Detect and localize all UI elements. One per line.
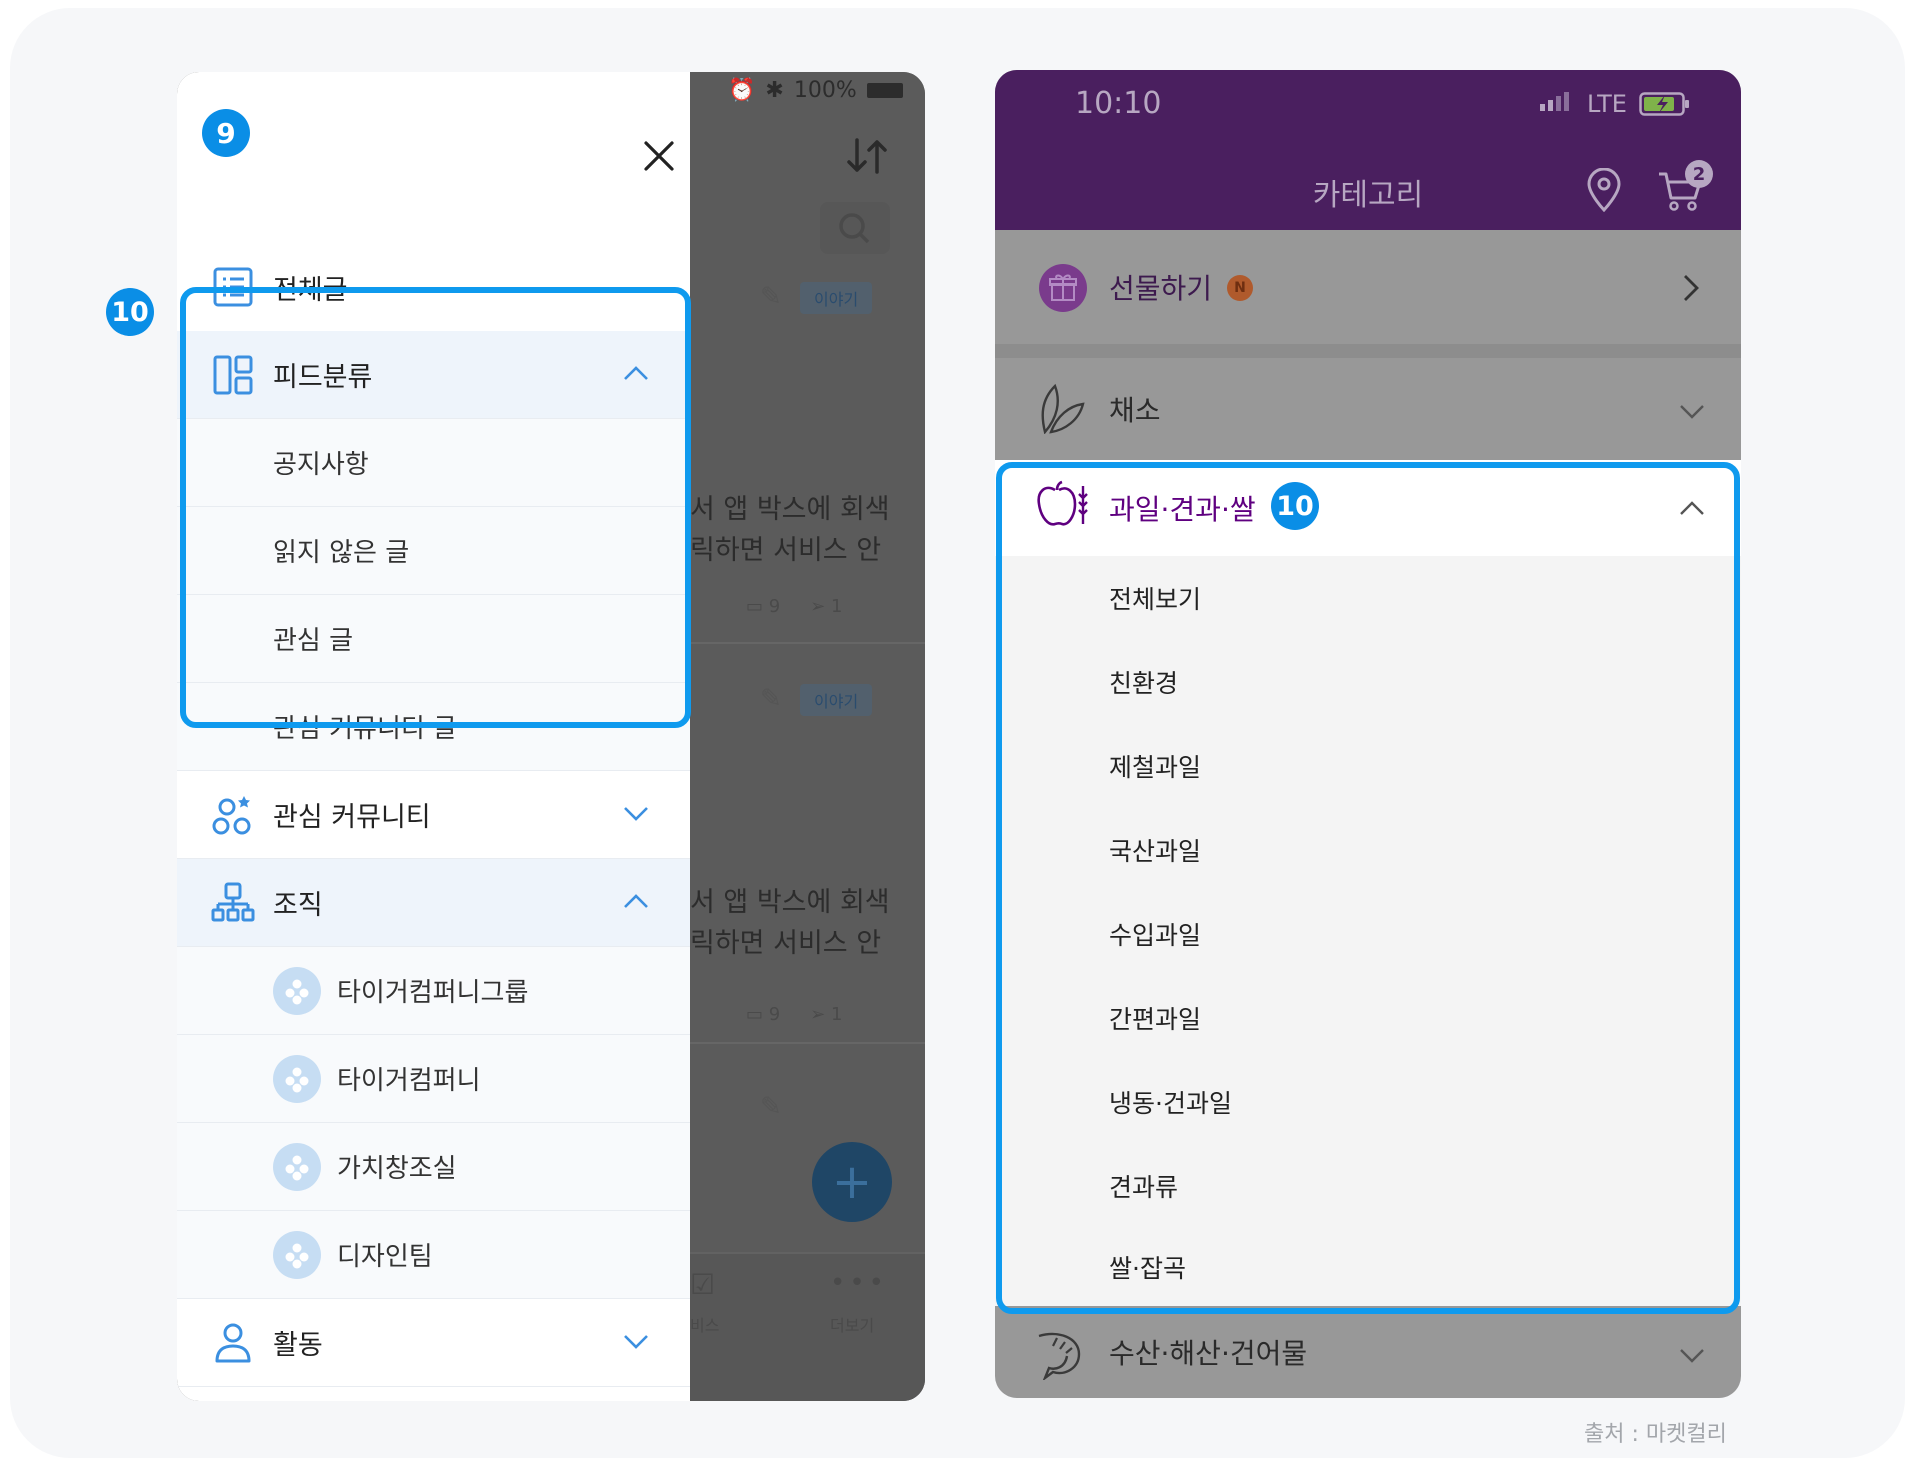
post-tag: 이야기 <box>800 684 873 716</box>
menu-label: 관심 커뮤니티 <box>273 802 431 833</box>
divider <box>690 1042 925 1044</box>
menu-label: 타이거컴퍼니 <box>337 1066 481 1096</box>
left-status-bar: ⏰ ✱ 100% <box>728 78 903 103</box>
share-icon: ➢ 1 <box>810 596 843 617</box>
callout-badge: 10 <box>106 288 154 336</box>
paperclip-icon: ✎ <box>760 1092 782 1122</box>
menu-label: 수산·해산·건어물 <box>1109 1337 1308 1370</box>
menu-label: 채소 <box>1109 394 1161 427</box>
group-avatar-icon <box>273 1231 321 1279</box>
menu-label: 활동 <box>273 1330 323 1361</box>
bottom-nav: ☑ 비스 ••• 더보기 <box>690 1252 925 1401</box>
chevron-up-icon <box>623 893 649 909</box>
nav-service-label[interactable]: 비스 <box>690 1312 719 1336</box>
navigation-drawer: 전체글 피드분류 공지사항 읽지 않은 글 관심 글 관심 커뮤니티 글 관심 … <box>177 72 690 1401</box>
chevron-down-icon <box>623 805 649 821</box>
step-badge: 9 <box>202 109 250 157</box>
battery-charging-icon <box>1639 92 1691 116</box>
menu-seafood[interactable]: 수산·해산·건어물 <box>995 1306 1741 1398</box>
left-phone-screenshot: ⏰ ✱ 100% ✎ 이야기 서 앱 박스에 회색 릭하면 서비스 안 ▭ 9 … <box>177 72 925 1401</box>
network-label: LTE <box>1587 90 1627 118</box>
alarm-icon: ⏰ <box>728 78 756 103</box>
post-preview-line: 서 앱 박스에 회색 <box>690 887 890 918</box>
group-avatar-icon <box>273 1055 321 1103</box>
org-item[interactable]: 가치창조실 <box>177 1123 690 1211</box>
new-badge: N <box>1227 275 1253 301</box>
divider <box>690 642 925 644</box>
chevron-down-icon <box>623 1333 649 1349</box>
post-meta: ▭ 9 ➢ 1 <box>746 596 842 617</box>
post-preview-line: 서 앱 박스에 회색 <box>690 494 890 525</box>
compose-fab[interactable]: + <box>812 1142 892 1222</box>
menu-vegetables[interactable]: 채소 <box>995 358 1741 460</box>
sort-icon[interactable] <box>845 136 889 176</box>
org-item[interactable]: 디자인팀 <box>177 1211 690 1299</box>
menu-label: 타이거컴퍼니그룹 <box>337 978 529 1008</box>
leaf-icon <box>1035 380 1085 434</box>
chevron-right-icon <box>1683 274 1699 302</box>
paperclip-icon: ✎ <box>760 684 782 714</box>
highlight-box <box>180 287 691 728</box>
service-icon[interactable]: ☑ <box>690 1268 715 1301</box>
app-header: 10:10 LTE 카테고리 2 <box>995 70 1741 230</box>
gift-icon <box>1039 264 1087 312</box>
menu-organization[interactable]: 조직 <box>177 859 690 947</box>
menu-interest-community[interactable]: 관심 커뮤니티 <box>177 771 690 859</box>
menu-label: 가치창조실 <box>337 1154 457 1184</box>
menu-label: 조직 <box>273 890 323 921</box>
menu-gift[interactable]: 선물하기 N <box>995 230 1741 344</box>
menu-label: 디자인팀 <box>337 1242 433 1272</box>
menu-activity[interactable]: 활동 <box>177 1299 690 1387</box>
status-time: 10:10 <box>1075 86 1162 121</box>
signal-icon <box>1540 92 1569 111</box>
community-star-icon <box>211 793 255 837</box>
nav-more-label[interactable]: 더보기 <box>830 1312 874 1336</box>
shrimp-icon <box>1035 1328 1085 1380</box>
source-note: 출처 : 마켓컬리 <box>1584 1422 1727 1447</box>
chevron-down-icon <box>1679 404 1705 420</box>
post-meta: ▭ 9 ➢ 1 <box>746 1004 842 1025</box>
more-icon[interactable]: ••• <box>830 1268 888 1298</box>
post-tag: 이야기 <box>800 282 873 314</box>
org-item[interactable]: 타이거컴퍼니 <box>177 1035 690 1123</box>
share-icon: ➢ 1 <box>810 1004 843 1025</box>
cart-count-badge: 2 <box>1685 160 1713 188</box>
location-pin-icon[interactable] <box>1585 168 1623 212</box>
org-chart-icon <box>211 881 255 925</box>
comment-icon: ▭ 9 <box>746 1004 781 1025</box>
post-preview-line: 릭하면 서비스 안 <box>690 535 882 566</box>
paperclip-icon: ✎ <box>760 282 782 312</box>
header-title: 카테고리 <box>1312 178 1424 213</box>
org-item[interactable]: 타이거컴퍼니그룹 <box>177 947 690 1035</box>
highlight-box <box>996 462 1740 1314</box>
group-avatar-icon <box>273 967 321 1015</box>
bluetooth-icon: ✱ <box>765 78 784 103</box>
background-app-overlay: ⏰ ✱ 100% ✎ 이야기 서 앱 박스에 회색 릭하면 서비스 안 ▭ 9 … <box>690 72 925 1401</box>
comment-icon: ▭ 9 <box>746 596 781 617</box>
menu-label: 선물하기 <box>1109 272 1213 305</box>
divider <box>995 344 1741 358</box>
search-button[interactable] <box>820 202 890 254</box>
battery-icon <box>866 83 903 98</box>
callout-badge: 10 <box>1271 482 1319 530</box>
person-icon <box>211 1321 255 1365</box>
group-avatar-icon <box>273 1143 321 1191</box>
close-icon[interactable] <box>643 140 675 172</box>
battery-percent: 100% <box>793 78 857 103</box>
chevron-down-icon <box>1679 1348 1705 1364</box>
post-preview-line: 릭하면 서비스 안 <box>690 928 882 959</box>
